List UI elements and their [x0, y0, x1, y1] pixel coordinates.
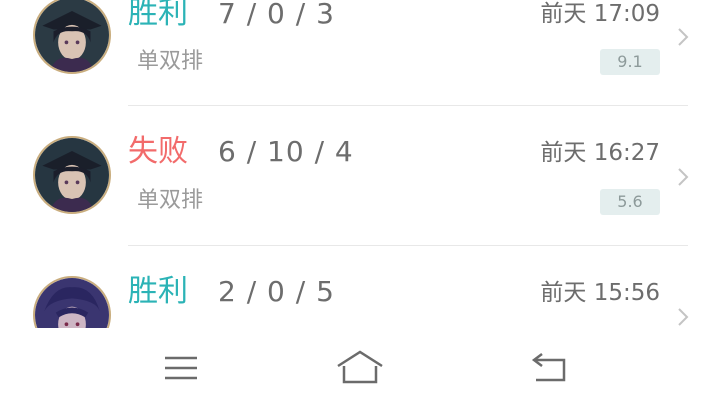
system-navigation-bar — [0, 328, 720, 404]
back-icon — [531, 353, 566, 382]
champion-avatar — [33, 0, 111, 74]
score-badge: 5.6 — [600, 189, 660, 215]
home-button[interactable] — [336, 348, 384, 388]
match-result: 胜利 — [128, 0, 188, 31]
champion-avatar — [33, 276, 111, 328]
match-time: 前天 15:56 — [540, 280, 660, 306]
match-kda: 7 / 0 / 3 — [218, 0, 335, 30]
chevron-right-icon — [676, 167, 690, 187]
champion-portrait-icon — [35, 0, 109, 72]
match-kda: 6 / 10 / 4 — [218, 135, 354, 168]
chevron-right-icon — [676, 27, 690, 47]
menu-icon — [165, 356, 197, 380]
game-mode: 单双排 — [137, 49, 204, 74]
champion-portrait-icon — [35, 278, 109, 328]
chevron-right-icon — [676, 307, 690, 327]
match-time: 前天 17:09 — [540, 1, 660, 27]
champion-avatar — [33, 136, 111, 214]
match-row[interactable]: 胜利 2 / 0 / 5 前天 15:56 — [0, 246, 720, 328]
match-kda: 2 / 0 / 5 — [218, 275, 335, 308]
match-result: 胜利 — [128, 274, 188, 309]
game-mode: 单双排 — [137, 188, 204, 213]
match-time: 前天 16:27 — [540, 140, 660, 166]
match-row[interactable]: 胜利 7 / 0 / 3 单双排 前天 17:09 9.1 — [0, 0, 720, 106]
match-row[interactable]: 失败 6 / 10 / 4 单双排 前天 16:27 5.6 — [0, 106, 720, 246]
match-result: 失败 — [128, 134, 188, 169]
menu-button[interactable] — [157, 348, 205, 388]
champion-portrait-icon — [35, 138, 109, 212]
score-badge: 9.1 — [600, 49, 660, 75]
screen: 胜利 7 / 0 / 3 单双排 前天 17:09 9.1 失败 6 / 10 … — [0, 0, 720, 404]
match-history-list: 胜利 7 / 0 / 3 单双排 前天 17:09 9.1 失败 6 / 10 … — [0, 0, 720, 328]
back-button[interactable] — [526, 348, 574, 388]
home-icon — [337, 350, 383, 384]
